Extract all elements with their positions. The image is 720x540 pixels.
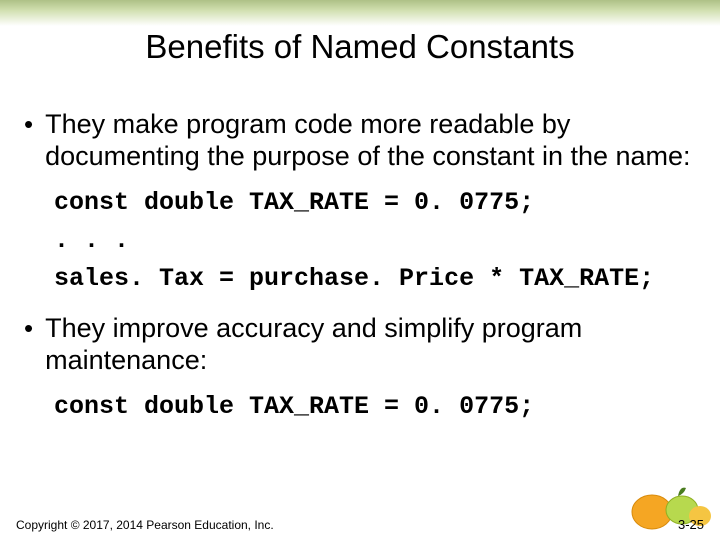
slide-number: 3-25: [678, 517, 704, 532]
bullet-text: They make program code more readable by …: [45, 108, 706, 172]
code-block-1: const double TAX_RATE = 0. 0775; . . . s…: [54, 184, 706, 298]
footer: Copyright © 2017, 2014 Pearson Education…: [16, 517, 704, 532]
bullet-item: • They make program code more readable b…: [22, 108, 706, 172]
slide-body: • They make program code more readable b…: [22, 108, 706, 440]
code-line: sales. Tax = purchase. Price * TAX_RATE;: [54, 260, 706, 298]
code-line: const double TAX_RATE = 0. 0775;: [54, 388, 706, 426]
bullet-item: • They improve accuracy and simplify pro…: [22, 312, 706, 376]
bullet-text: They improve accuracy and simplify progr…: [45, 312, 706, 376]
code-line: const double TAX_RATE = 0. 0775;: [54, 184, 706, 222]
header-gradient: [0, 0, 720, 26]
bullet-marker: •: [24, 108, 33, 140]
slide-title: Benefits of Named Constants: [0, 28, 720, 66]
code-block-2: const double TAX_RATE = 0. 0775;: [54, 388, 706, 426]
code-line: . . .: [54, 222, 706, 260]
bullet-marker: •: [24, 312, 33, 344]
copyright-text: Copyright © 2017, 2014 Pearson Education…: [16, 518, 274, 532]
